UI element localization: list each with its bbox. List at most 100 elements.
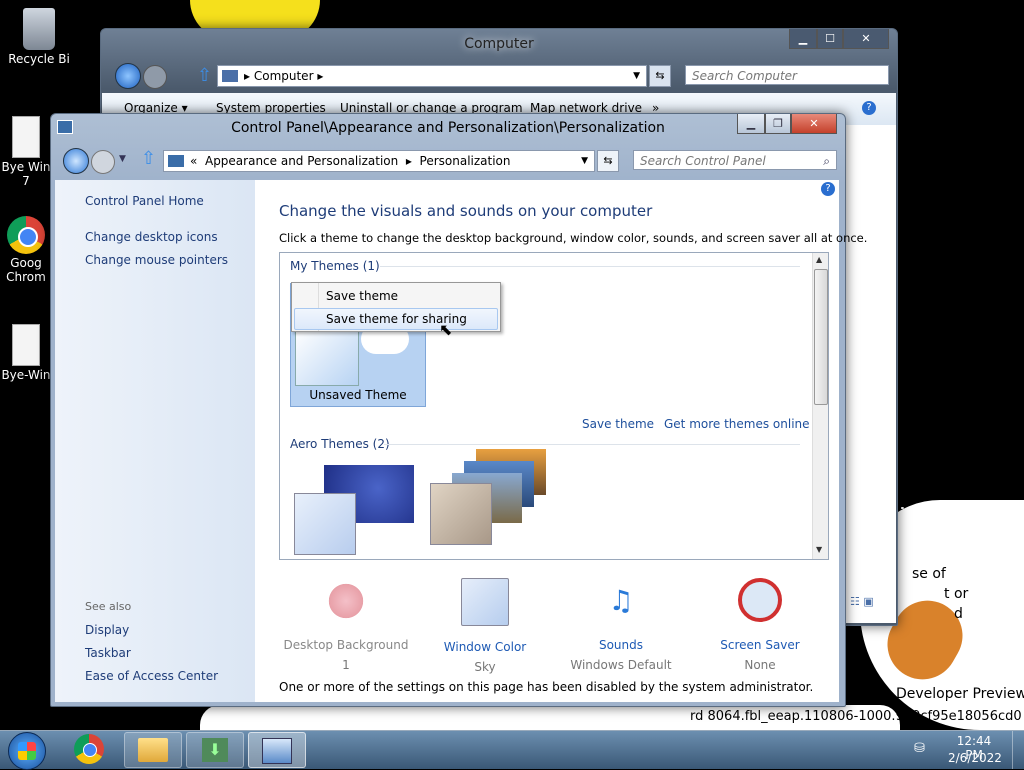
forward-icon[interactable] [91, 150, 115, 174]
refresh-button[interactable]: ⇆ [597, 150, 619, 172]
window-color-item[interactable]: Window Color Sky [420, 578, 550, 674]
taskbar: ⬇ ⛁ 12:44 PM 2/6/2022 [0, 730, 1024, 770]
start-button[interactable] [8, 732, 46, 770]
taskbar-installer[interactable]: ⬇ [186, 732, 244, 768]
save-theme-for-sharing-menu-item[interactable]: Save theme for sharing [294, 308, 498, 330]
watermark-line: t or [944, 586, 969, 602]
developer-preview-text: Developer Preview [896, 686, 1024, 702]
minimize-button[interactable]: ▁ [789, 29, 817, 49]
clock-date[interactable]: 2/6/2022 [948, 751, 1002, 765]
search-placeholder: Search Control Panel [640, 154, 766, 168]
cp-address-bar[interactable]: « Appearance and Personalization ▸ Perso… [163, 150, 595, 172]
scroll-thumb[interactable] [814, 269, 828, 405]
maximize-button[interactable]: ❐ [765, 114, 791, 134]
cp-sidebar: Control Panel Home Change desktop icons … [55, 180, 255, 702]
aero-theme-landscapes[interactable] [430, 449, 554, 557]
screen-saver-item[interactable]: Screen Saver None [695, 578, 825, 672]
document-icon [12, 116, 40, 158]
desktop-icon-label: Recycle Bi [8, 52, 70, 66]
cp-search-box[interactable]: Search Control Panel ⌕ [633, 150, 837, 170]
download-icon: ⬇ [202, 738, 228, 762]
show-desktop-button[interactable] [1012, 731, 1024, 769]
close-button[interactable]: ✕ [843, 29, 889, 49]
refresh-button[interactable]: ⇆ [649, 65, 671, 87]
aero-themes-header: Aero Themes (2) [290, 437, 390, 451]
page-heading: Change the visuals and sounds on your co… [279, 202, 653, 220]
save-theme-menu-item[interactable]: Save theme [294, 286, 498, 306]
history-dropdown-icon[interactable]: ▼ [119, 154, 126, 164]
my-themes-label: My Themes (1) [290, 259, 380, 273]
network-icon[interactable]: ⛁ [914, 741, 932, 757]
taskbar-link[interactable]: Taskbar [85, 646, 131, 660]
watermark-line: ial [900, 506, 920, 522]
window-color-icon [461, 578, 509, 626]
see-also-label: See also [85, 600, 132, 613]
close-button[interactable]: ✕ [791, 114, 837, 134]
theme-color-swatch [430, 483, 492, 545]
cp-content: Control Panel Home Change desktop icons … [55, 180, 867, 702]
desktop-icon-bye-win-7[interactable]: Bye Win 7 [0, 116, 52, 188]
dropdown-arrow-icon[interactable]: ▼ [581, 156, 588, 166]
desktop-background-item: Desktop Background 1 [281, 578, 411, 672]
help-icon[interactable]: ? [821, 182, 835, 196]
ease-of-access-link[interactable]: Ease of Access Center [85, 669, 218, 683]
desktop-icon-bye-win[interactable]: Bye-Win [0, 324, 52, 382]
aero-theme-windows[interactable] [294, 463, 418, 557]
maximize-button[interactable]: ☐ [817, 29, 843, 49]
help-icon[interactable]: ? [862, 101, 876, 115]
item-sub: 1 [342, 658, 350, 672]
desktop-icon-chrome[interactable]: Goog Chrom [0, 216, 52, 284]
forward-icon[interactable] [143, 65, 167, 89]
view-icons[interactable]: ☷ ▣ [850, 595, 886, 609]
up-arrow-icon[interactable]: ⇧ [197, 65, 212, 86]
breadcrumb-appearance[interactable]: Appearance and Personalization [205, 154, 398, 168]
item-label: Window Color [443, 640, 527, 654]
back-icon[interactable] [63, 148, 89, 174]
computer-window-controls: ▁ ☐ ✕ [789, 29, 889, 49]
item-sub: Sky [474, 660, 496, 674]
screen-saver-icon [738, 578, 782, 622]
get-more-themes-link[interactable]: Get more themes online [664, 417, 810, 431]
display-link[interactable]: Display [85, 623, 129, 637]
save-theme-link[interactable]: Save theme [582, 417, 654, 431]
item-sub: Windows Default [570, 658, 672, 672]
theme-preview [295, 328, 359, 386]
control-panel-home-link[interactable]: Control Panel Home [85, 194, 204, 208]
scroll-down-arrow-icon[interactable]: ▼ [816, 545, 822, 554]
scroll-up-arrow-icon[interactable]: ▲ [816, 255, 822, 264]
themes-scrollbar[interactable]: ▲ ▼ [812, 253, 828, 559]
computer-search-box[interactable]: Search Computer [685, 65, 889, 85]
control-panel-window[interactable]: Control Panel\Appearance and Personaliza… [50, 113, 867, 707]
computer-window-title: Computer [464, 36, 534, 52]
change-desktop-icons-link[interactable]: Change desktop icons [85, 230, 218, 244]
up-arrow-icon[interactable]: ⇧ [141, 148, 156, 169]
page-description: Click a theme to change the desktop back… [279, 231, 868, 245]
theme-label: Unsaved Theme [309, 388, 407, 402]
cp-window-title: Control Panel\Appearance and Personaliza… [231, 120, 665, 136]
taskbar-file-explorer[interactable] [124, 732, 182, 768]
desktop-icon-recycle-bin[interactable]: Recycle Bi [4, 8, 74, 66]
breadcrumb-personalization[interactable]: Personalization [420, 154, 511, 168]
cp-window-controls: ▁ ❐ ✕ [737, 114, 837, 134]
folder-icon [138, 738, 168, 762]
desktop-icon-label: Goog Chrom [6, 256, 46, 284]
watermark-line: d [954, 606, 963, 622]
dropdown-arrow-icon[interactable]: ▼ [633, 71, 640, 81]
computer-icon [222, 70, 238, 82]
control-panel-icon [168, 155, 184, 167]
breadcrumb-overflow[interactable]: « [190, 154, 197, 168]
change-mouse-pointers-link[interactable]: Change mouse pointers [85, 253, 228, 267]
recycle-bin-icon [23, 8, 55, 50]
watermark-line: nd including [900, 546, 986, 562]
taskbar-chrome[interactable] [66, 732, 112, 766]
disabled-notice: One or more of the settings on this page… [279, 680, 814, 694]
mouse-cursor-icon: ⬉ [439, 320, 453, 339]
desktop-icon-label: Bye Win 7 [1, 160, 51, 188]
menu-item-label: Save theme [326, 289, 399, 303]
minimize-button[interactable]: ▁ [737, 114, 765, 134]
taskbar-control-panel[interactable] [248, 732, 306, 768]
computer-address-bar[interactable]: ▸ Computer ▸ ▼ [217, 65, 647, 87]
back-icon[interactable] [115, 63, 141, 89]
aero-themes-divider [384, 444, 800, 445]
sounds-item[interactable]: ♫ Sounds Windows Default [556, 578, 686, 672]
